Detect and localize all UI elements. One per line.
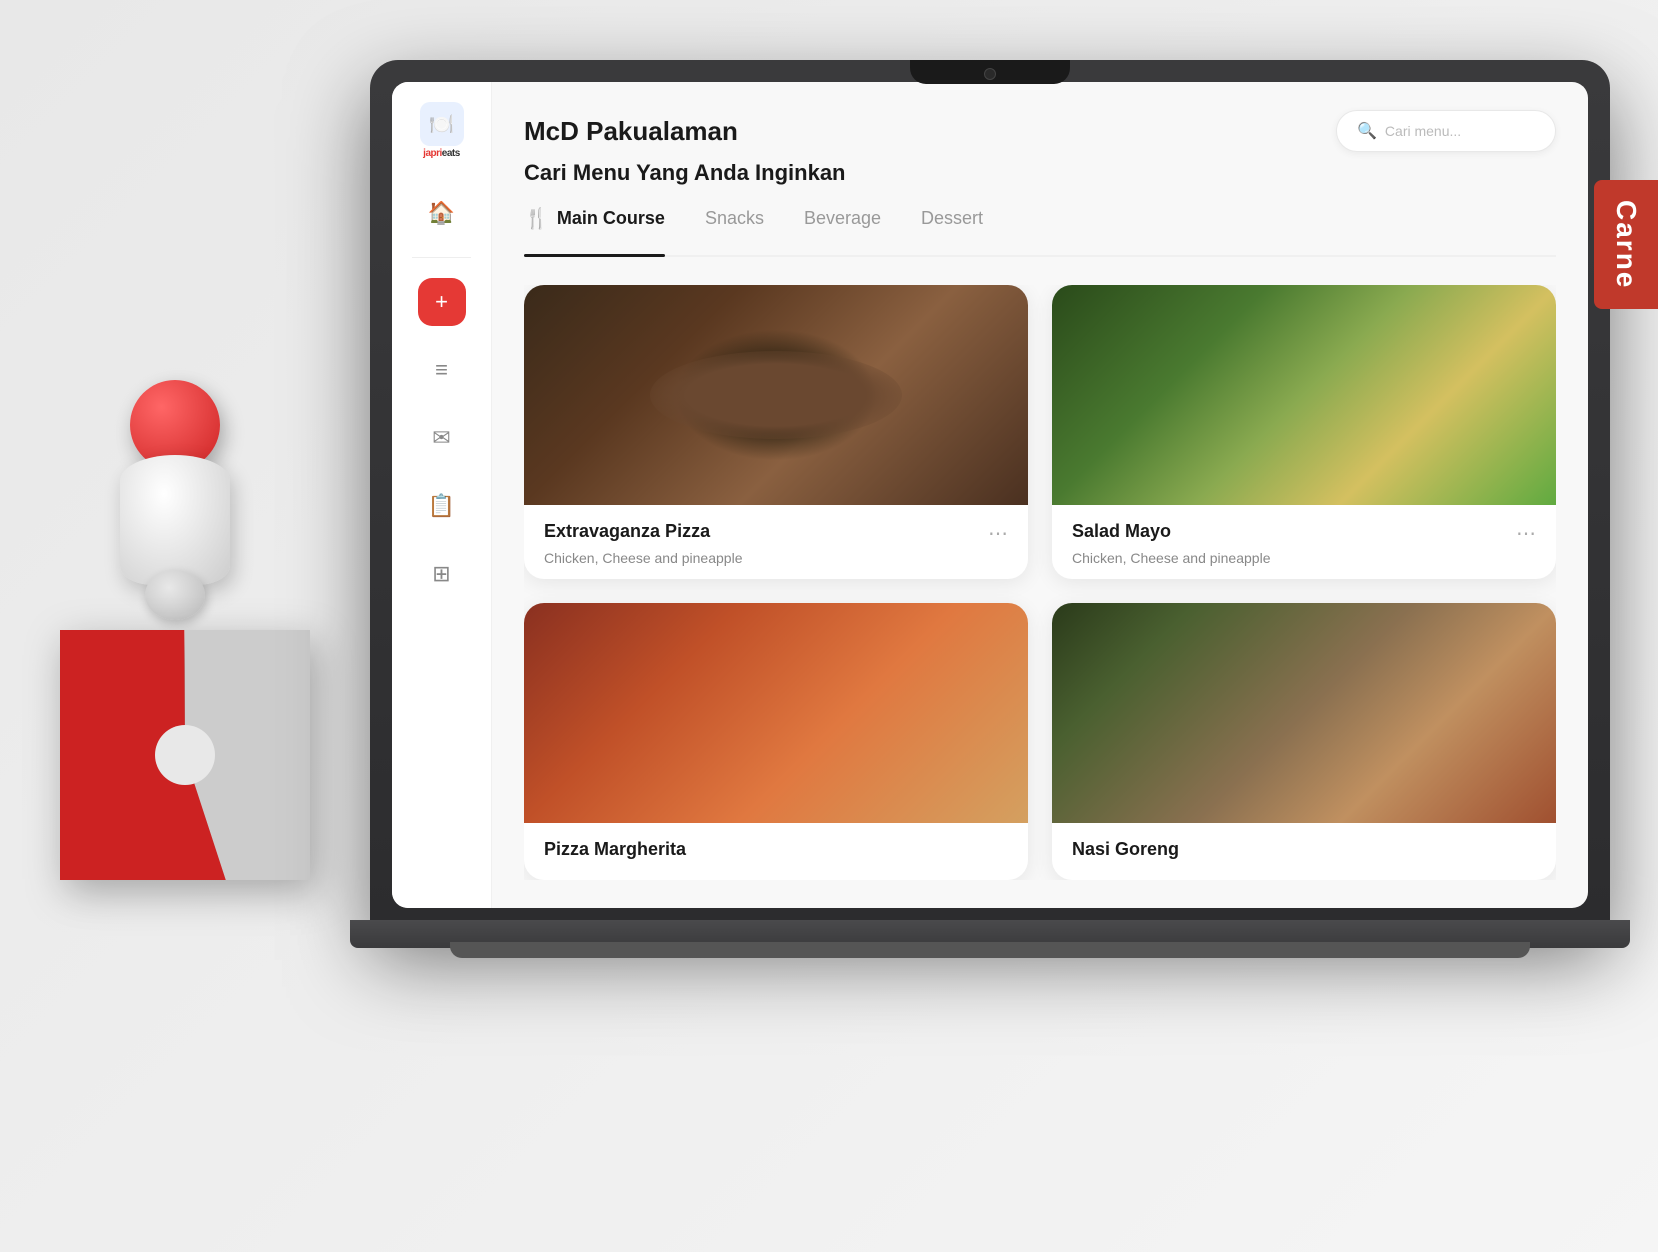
menu-card-3-image (524, 603, 1028, 823)
main-content: McD Pakualaman 🔍 Cari menu... Cari Menu … (492, 82, 1588, 908)
page-subtitle: Cari Menu Yang Anda Inginkan (524, 160, 1556, 186)
tab-main-course[interactable]: 🍴 Main Course (524, 206, 665, 243)
menu-desc-2: Chicken, Cheese and pineapple (1072, 550, 1536, 566)
app-container: 🍽️ japrieats 🏠 + ≡ ✉ 📋 ⊞ (392, 82, 1588, 908)
connector-decoration (145, 570, 205, 620)
sidebar-item-receipt[interactable]: 📋 (418, 482, 466, 530)
restaurant-name: McD Pakualaman (524, 116, 738, 147)
laptop-lid: 🍽️ japrieats 🏠 + ≡ ✉ 📋 ⊞ (370, 60, 1610, 930)
food-image-detail-1 (524, 285, 1028, 505)
logo-icon: 🍽️ (420, 102, 464, 146)
laptop-screen: 🍽️ japrieats 🏠 + ≡ ✉ 📋 ⊞ (392, 82, 1588, 908)
menu-desc-1: Chicken, Cheese and pineapple (544, 550, 1008, 566)
menu-card-3: Pizza Margherita (524, 603, 1028, 880)
menu-card-2-header: Salad Mayo ⋯ (1072, 521, 1536, 546)
laptop: 🍽️ japrieats 🏠 + ≡ ✉ 📋 ⊞ (370, 60, 1630, 980)
header-row: McD Pakualaman 🔍 Cari menu... (524, 110, 1556, 152)
tab-snacks[interactable]: Snacks (705, 206, 764, 243)
menu-card-2: Salad Mayo ⋯ Chicken, Cheese and pineapp… (1052, 285, 1556, 579)
sidebar-divider (412, 257, 471, 258)
menu-name-3: Pizza Margherita (544, 839, 686, 860)
menu-card-3-body: Pizza Margherita (524, 823, 1028, 880)
search-placeholder-text: Cari menu... (1385, 123, 1461, 139)
pie-chart-decoration (60, 630, 310, 880)
menu-card-3-header: Pizza Margherita (544, 839, 1008, 860)
sidebar-item-grid[interactable]: ⊞ (418, 550, 466, 598)
menu-card-1-image (524, 285, 1028, 505)
sidebar-item-add[interactable]: + (418, 278, 466, 326)
tab-main-course-label: Main Course (557, 208, 665, 229)
menu-card-4-header: Nasi Goreng (1072, 839, 1536, 860)
carne-badge: Carne (1594, 180, 1658, 309)
main-course-icon: 🍴 (524, 206, 549, 231)
tab-snacks-label: Snacks (705, 208, 764, 229)
menu-grid: Extravaganza Pizza ⋯ Chicken, Cheese and… (524, 285, 1556, 880)
menu-card-4: Nasi Goreng (1052, 603, 1556, 880)
menu-card-2-body: Salad Mayo ⋯ Chicken, Cheese and pineapp… (1052, 505, 1556, 579)
tab-beverage-label: Beverage (804, 208, 881, 229)
menu-card-1-body: Extravaganza Pizza ⋯ Chicken, Cheese and… (524, 505, 1028, 579)
white-body-decoration (120, 455, 230, 585)
food-image-detail-2 (1052, 285, 1556, 505)
tab-dessert-label: Dessert (921, 208, 983, 229)
menu-name-4: Nasi Goreng (1072, 839, 1179, 860)
more-options-icon-1[interactable]: ⋯ (988, 521, 1008, 546)
tab-dessert[interactable]: Dessert (921, 206, 983, 243)
food-image-detail-4 (1052, 603, 1556, 823)
menu-card-2-image (1052, 285, 1556, 505)
pie-chart-svg (60, 630, 310, 880)
logo: 🍽️ japrieats (420, 102, 464, 159)
menu-card-4-body: Nasi Goreng (1052, 823, 1556, 880)
menu-card-1: Extravaganza Pizza ⋯ Chicken, Cheese and… (524, 285, 1028, 579)
search-icon: 🔍 (1357, 121, 1377, 141)
laptop-base-bottom (450, 942, 1530, 958)
sidebar: 🍽️ japrieats 🏠 + ≡ ✉ 📋 ⊞ (392, 82, 492, 908)
food-image-detail-3 (524, 603, 1028, 823)
sidebar-item-home[interactable]: 🏠 (418, 189, 466, 237)
tab-beverage[interactable]: Beverage (804, 206, 881, 243)
more-options-icon-2[interactable]: ⋯ (1516, 521, 1536, 546)
category-tabs: 🍴 Main Course Snacks Beverage Dessert (524, 206, 1556, 257)
menu-name-2: Salad Mayo (1072, 521, 1171, 542)
laptop-camera (984, 68, 996, 80)
decorative-figure (30, 380, 390, 960)
sidebar-item-list[interactable]: ≡ (418, 346, 466, 394)
menu-card-1-header: Extravaganza Pizza ⋯ (544, 521, 1008, 546)
search-bar[interactable]: 🔍 Cari menu... (1336, 110, 1556, 152)
logo-text: japrieats (423, 148, 460, 159)
sidebar-item-messages[interactable]: ✉ (418, 414, 466, 462)
menu-name-1: Extravaganza Pizza (544, 521, 710, 542)
menu-card-4-image (1052, 603, 1556, 823)
